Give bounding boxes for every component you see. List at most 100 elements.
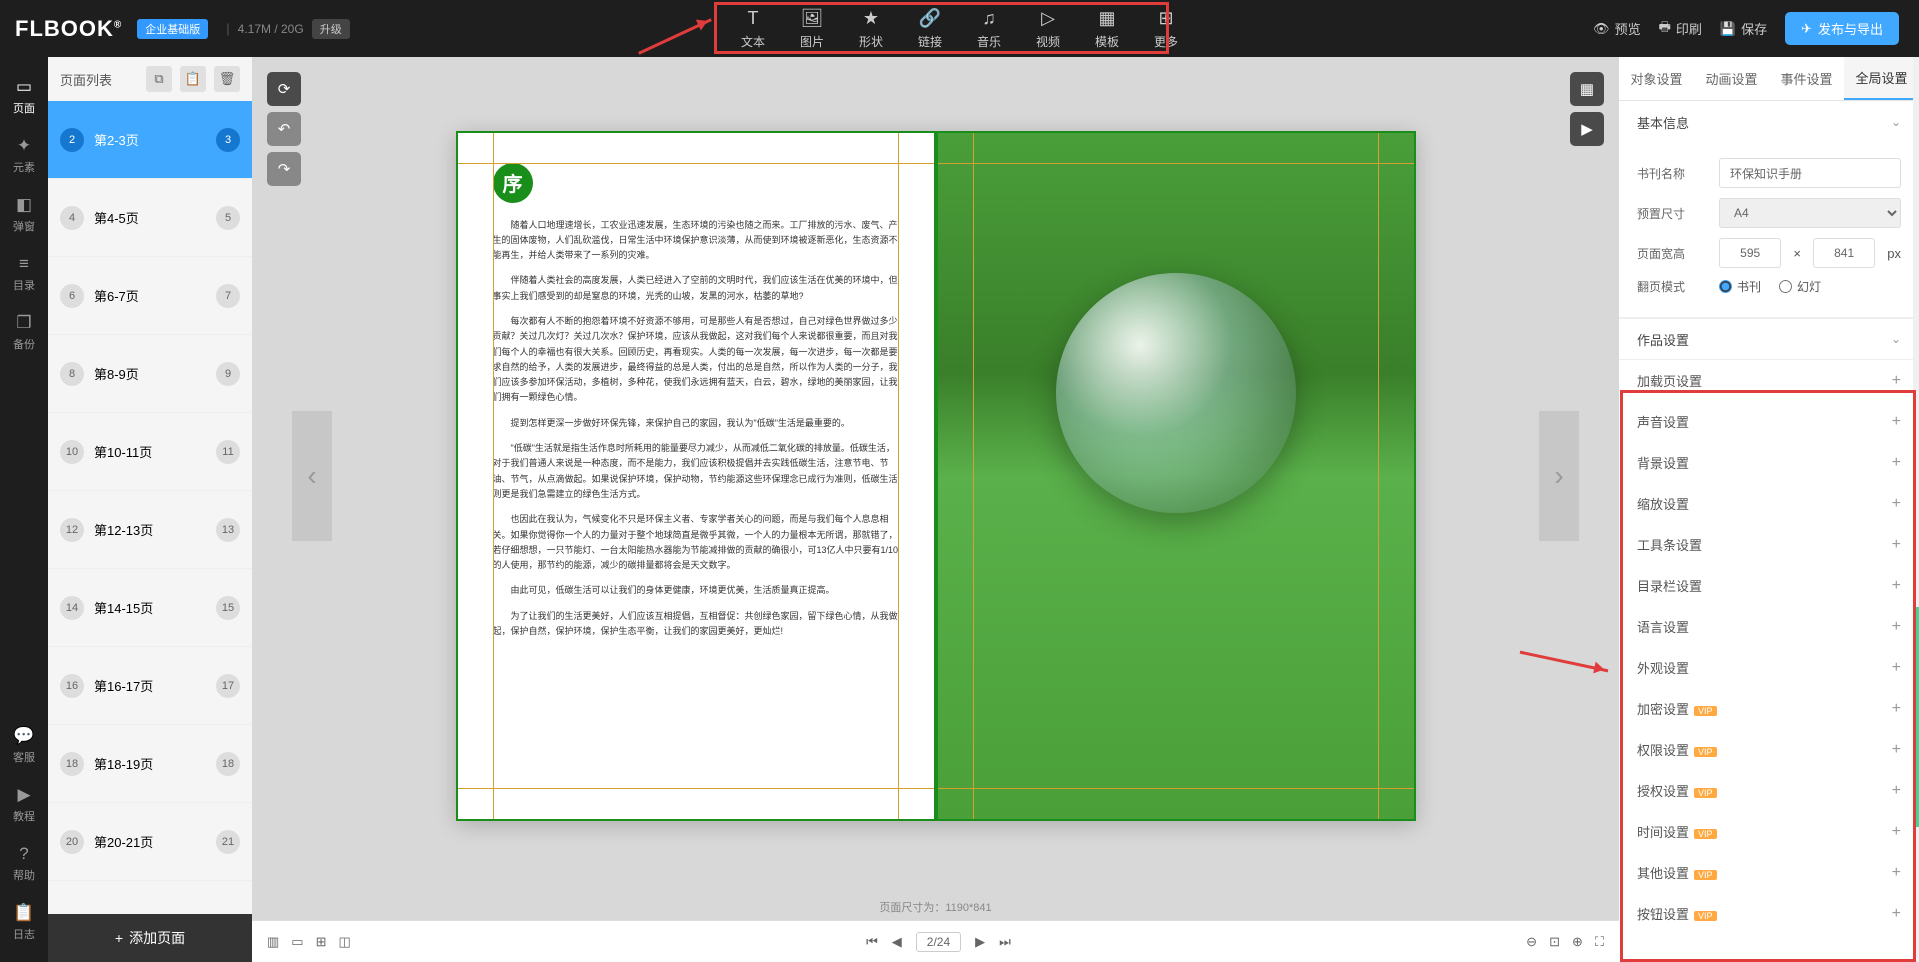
copy-icon[interactable]: ⧉ [146, 66, 172, 92]
page-num-left: 2 [60, 128, 84, 152]
zoom-out-icon[interactable]: ⊖ [1526, 934, 1537, 950]
preset-size-select[interactable]: A4 [1719, 198, 1901, 228]
height-input[interactable] [1813, 238, 1875, 268]
setting-加载页设置[interactable]: 加载页设置+ [1619, 360, 1919, 401]
width-input[interactable] [1719, 238, 1781, 268]
page-label: 第20-21页 [94, 832, 206, 851]
page-list-title: 页面列表 [60, 70, 138, 89]
更多-icon: ⊞ [1159, 8, 1174, 29]
page-item[interactable]: 10第10-11页11 [48, 413, 252, 491]
setting-权限设置[interactable]: 权限设置VIP+ [1619, 729, 1919, 770]
page-label: 第10-11页 [94, 442, 206, 461]
prev-page-nav[interactable]: ‹ [292, 411, 332, 541]
plus-icon: + [1892, 495, 1901, 513]
page-item[interactable]: 2第2-3页3 [48, 101, 252, 179]
tab-全局设置[interactable]: 全局设置 [1844, 57, 1919, 100]
page-item[interactable]: 8第8-9页9 [48, 335, 252, 413]
page-item[interactable]: 20第20-21页21 [48, 803, 252, 881]
page-num-right: 3 [216, 128, 240, 152]
setting-语言设置[interactable]: 语言设置+ [1619, 606, 1919, 647]
sidebar-item-页面[interactable]: ▭页面 [13, 67, 35, 126]
sidebar-item-备份[interactable]: ❒备份 [13, 303, 35, 362]
zoom-fit-icon[interactable]: ⊡ [1549, 934, 1560, 950]
toolbar-模板[interactable]: ▦模板 [1095, 8, 1119, 50]
body-paragraph: 伴随着人类社会的高度发展，人类已经进入了空前的文明时代，我们应该生活在优美的环境… [493, 273, 899, 304]
mode-book-radio[interactable]: 书刊 [1719, 278, 1761, 295]
next-page-icon[interactable]: ▶ [975, 934, 985, 950]
book-name-input[interactable] [1719, 158, 1901, 188]
layers-icon[interactable]: ▥ [267, 934, 279, 950]
page-num-right: 21 [216, 830, 240, 854]
sidebar-item-客服[interactable]: 💬客服 [0, 716, 48, 775]
教程-icon: ▶ [17, 785, 30, 805]
page-label: 第16-17页 [94, 676, 206, 695]
fullscreen-icon[interactable]: ⛶ [1595, 934, 1604, 950]
setting-缩放设置[interactable]: 缩放设置+ [1619, 483, 1919, 524]
mode-slide-radio[interactable]: 幻灯 [1779, 278, 1821, 295]
upgrade-button[interactable]: 升级 [312, 19, 350, 39]
setting-授权设置[interactable]: 授权设置VIP+ [1619, 770, 1919, 811]
next-page-nav[interactable]: › [1539, 411, 1579, 541]
toolbar-文本[interactable]: T文本 [741, 8, 765, 50]
page-item[interactable]: 18第18-19页18 [48, 725, 252, 803]
setting-时间设置[interactable]: 时间设置VIP+ [1619, 811, 1919, 852]
tab-动画设置[interactable]: 动画设置 [1694, 57, 1769, 100]
toolbar-图片[interactable]: 🖼图片 [800, 8, 824, 50]
sidebar-item-帮助[interactable]: ?帮助 [0, 834, 48, 893]
publish-button[interactable]: ✈发布与导出 [1785, 12, 1899, 45]
logo: FLBOOK® [0, 16, 137, 42]
sidebar-item-日志[interactable]: 📋日志 [0, 893, 48, 952]
prev-page-icon[interactable]: ◀ [892, 934, 902, 950]
page-item[interactable]: 6第6-7页7 [48, 257, 252, 335]
tab-事件设置[interactable]: 事件设置 [1769, 57, 1844, 100]
paste-icon[interactable]: 📋 [180, 66, 206, 92]
plus-icon: + [115, 930, 123, 946]
setting-工具条设置[interactable]: 工具条设置+ [1619, 524, 1919, 565]
setting-声音设置[interactable]: 声音设置+ [1619, 401, 1919, 442]
last-page-icon[interactable]: ⏭ [999, 934, 1011, 950]
toolbar-音乐[interactable]: ♫音乐 [977, 8, 1001, 50]
toolbar-视频[interactable]: ▷视频 [1036, 8, 1060, 50]
tab-对象设置[interactable]: 对象设置 [1619, 57, 1694, 100]
save-button[interactable]: 💾保存 [1720, 19, 1767, 38]
footer-tools-right: ⊖ ⊡ ⊕ ⛶ [1526, 934, 1604, 950]
setting-目录栏设置[interactable]: 目录栏设置+ [1619, 565, 1919, 606]
page-num-right: 11 [216, 440, 240, 464]
work-settings-header[interactable]: 作品设置⌄ [1619, 318, 1919, 360]
canvas-footer: ▥ ▭ ⊞ ◫ ⏮ ◀ 2/24 ▶ ⏭ ⊖ ⊡ ⊕ ⛶ [252, 920, 1619, 962]
setting-其他设置[interactable]: 其他设置VIP+ [1619, 852, 1919, 893]
page-item[interactable]: 12第12-13页13 [48, 491, 252, 569]
basic-info-header[interactable]: 基本信息⌄ [1619, 101, 1919, 143]
preview-button[interactable]: 👁预览 [1593, 19, 1641, 38]
toolbar-链接[interactable]: 🔗链接 [918, 8, 942, 50]
first-page-icon[interactable]: ⏮ [866, 934, 878, 950]
setting-加密设置[interactable]: 加密设置VIP+ [1619, 688, 1919, 729]
zoom-in-icon[interactable]: ⊕ [1572, 934, 1583, 950]
guide-icon[interactable]: ⊞ [316, 934, 327, 950]
setting-背景设置[interactable]: 背景设置+ [1619, 442, 1919, 483]
main-toolbar: T文本 🖼图片 ★形状 🔗链接 ♫音乐 ▷视频 ▦模板 ⊞更多 [741, 8, 1178, 50]
toolbar-更多[interactable]: ⊞更多 [1154, 8, 1178, 50]
sidebar-item-元素[interactable]: ✦元素 [13, 126, 35, 185]
print-button[interactable]: 🖶印刷 [1659, 18, 1702, 40]
toolbar-形状[interactable]: ★形状 [859, 8, 883, 50]
vip-badge: VIP [1694, 911, 1717, 921]
page-item[interactable]: 4第4-5页5 [48, 179, 252, 257]
scrollbar-thumb[interactable] [1913, 607, 1919, 827]
page-item[interactable]: 16第16-17页17 [48, 647, 252, 725]
snap-icon[interactable]: ◫ [339, 934, 351, 950]
page-indicator[interactable]: 2/24 [916, 932, 961, 952]
sidebar-item-目录[interactable]: ≡目录 [13, 244, 35, 303]
footer-tools-left: ▥ ▭ ⊞ ◫ [267, 934, 351, 950]
plus-icon: + [1892, 782, 1901, 800]
delete-icon[interactable]: 🗑 [214, 66, 240, 92]
页面-icon: ▭ [16, 77, 32, 97]
setting-外观设置[interactable]: 外观设置+ [1619, 647, 1919, 688]
book-spread[interactable]: 序 随着人口地理速增长，工农业迅速发展，生态环境的污染也随之而来。工厂排放的污水… [456, 131, 1416, 821]
setting-按钮设置[interactable]: 按钮设置VIP+ [1619, 893, 1919, 934]
sidebar-item-教程[interactable]: ▶教程 [0, 775, 48, 834]
ruler-icon[interactable]: ▭ [291, 934, 303, 950]
page-item[interactable]: 14第14-15页15 [48, 569, 252, 647]
add-page-button[interactable]: +添加页面 [48, 914, 252, 962]
sidebar-item-弹窗[interactable]: ◧弹窗 [13, 185, 35, 244]
